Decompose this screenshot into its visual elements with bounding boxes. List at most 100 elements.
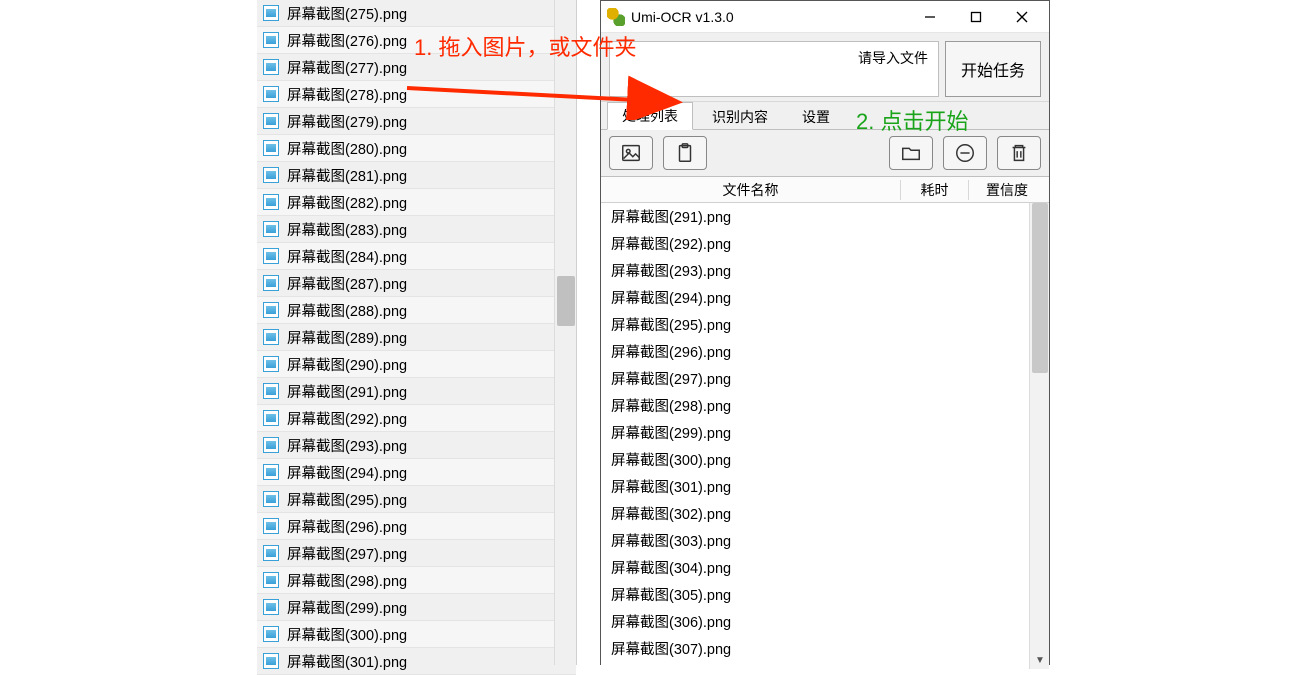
explorer-file-name: 屏幕截图(294).png: [287, 462, 407, 483]
explorer-file-row[interactable]: 屏幕截图(301).png: [257, 648, 576, 675]
png-file-icon: [263, 140, 279, 156]
explorer-scroll-thumb[interactable]: [557, 276, 575, 326]
list-item[interactable]: 屏幕截图(298).png: [601, 392, 1049, 419]
list-item[interactable]: 屏幕截图(296).png: [601, 338, 1049, 365]
list-item[interactable]: 屏幕截图(300).png: [601, 446, 1049, 473]
column-filename[interactable]: 文件名称: [601, 180, 901, 200]
paste-clipboard-button[interactable]: [663, 136, 707, 170]
explorer-file-row[interactable]: 屏幕截图(276).png: [257, 27, 576, 54]
list-item[interactable]: 屏幕截图(295).png: [601, 311, 1049, 338]
list-scroll-thumb[interactable]: [1032, 203, 1048, 373]
list-item[interactable]: 屏幕截图(307).png: [601, 635, 1049, 662]
explorer-file-row[interactable]: 屏幕截图(282).png: [257, 189, 576, 216]
explorer-file-row[interactable]: 屏幕截图(289).png: [257, 324, 576, 351]
explorer-file-row[interactable]: 屏幕截图(291).png: [257, 378, 576, 405]
explorer-file-row[interactable]: 屏幕截图(297).png: [257, 540, 576, 567]
remove-item-button[interactable]: [943, 136, 987, 170]
png-file-icon: [263, 113, 279, 129]
maximize-button[interactable]: [953, 2, 999, 32]
list-item[interactable]: 屏幕截图(294).png: [601, 284, 1049, 311]
list-item[interactable]: 屏幕截图(306).png: [601, 608, 1049, 635]
explorer-file-row[interactable]: 屏幕截图(295).png: [257, 486, 576, 513]
tab-settings[interactable]: 设置: [787, 103, 845, 130]
list-item[interactable]: 屏幕截图(304).png: [601, 554, 1049, 581]
png-file-icon: [263, 491, 279, 507]
explorer-file-row[interactable]: 屏幕截图(287).png: [257, 270, 576, 297]
drop-zone[interactable]: 请导入文件: [609, 41, 939, 97]
list-item[interactable]: 屏幕截图(303).png: [601, 527, 1049, 554]
explorer-file-row[interactable]: 屏幕截图(275).png: [257, 0, 576, 27]
explorer-file-name: 屏幕截图(296).png: [287, 516, 407, 537]
file-list: 屏幕截图(291).png屏幕截图(292).png屏幕截图(293).png屏…: [601, 203, 1049, 669]
explorer-file-row[interactable]: 屏幕截图(278).png: [257, 81, 576, 108]
explorer-file-name: 屏幕截图(300).png: [287, 624, 407, 645]
png-file-icon: [263, 599, 279, 615]
list-header: 文件名称 耗时 置信度: [601, 177, 1049, 203]
delete-button[interactable]: [997, 136, 1041, 170]
explorer-file-name: 屏幕截图(289).png: [287, 327, 407, 348]
dropzone-hint: 请导入文件: [858, 48, 928, 68]
list-item[interactable]: 屏幕截图(292).png: [601, 230, 1049, 257]
list-item[interactable]: 屏幕截图(301).png: [601, 473, 1049, 500]
explorer-file-name: 屏幕截图(293).png: [287, 435, 407, 456]
explorer-file-row[interactable]: 屏幕截图(277).png: [257, 54, 576, 81]
column-confidence[interactable]: 置信度: [969, 180, 1049, 200]
list-item[interactable]: 屏幕截图(293).png: [601, 257, 1049, 284]
list-scrollbar[interactable]: ▲ ▼: [1029, 203, 1049, 669]
tab-process-list[interactable]: 处理列表: [607, 102, 693, 130]
explorer-file-row[interactable]: 屏幕截图(299).png: [257, 594, 576, 621]
png-file-icon: [263, 410, 279, 426]
png-file-icon: [263, 32, 279, 48]
png-file-icon: [263, 518, 279, 534]
explorer-file-row[interactable]: 屏幕截图(296).png: [257, 513, 576, 540]
list-item[interactable]: 屏幕截图(305).png: [601, 581, 1049, 608]
explorer-file-row[interactable]: 屏幕截图(300).png: [257, 621, 576, 648]
explorer-file-name: 屏幕截图(275).png: [287, 3, 407, 24]
png-file-icon: [263, 437, 279, 453]
image-icon: [620, 142, 642, 164]
png-file-icon: [263, 545, 279, 561]
explorer-file-row[interactable]: 屏幕截图(293).png: [257, 432, 576, 459]
scroll-down-icon[interactable]: ▼: [1030, 651, 1049, 669]
explorer-file-name: 屏幕截图(284).png: [287, 246, 407, 267]
explorer-file-name: 屏幕截图(297).png: [287, 543, 407, 564]
minus-circle-icon: [954, 142, 976, 164]
png-file-icon: [263, 572, 279, 588]
list-item[interactable]: 屏幕截图(299).png: [601, 419, 1049, 446]
explorer-file-name: 屏幕截图(279).png: [287, 111, 407, 132]
explorer-file-row[interactable]: 屏幕截图(280).png: [257, 135, 576, 162]
explorer-file-row[interactable]: 屏幕截图(288).png: [257, 297, 576, 324]
png-file-icon: [263, 248, 279, 264]
explorer-file-row[interactable]: 屏幕截图(279).png: [257, 108, 576, 135]
explorer-file-name: 屏幕截图(287).png: [287, 273, 407, 294]
explorer-file-row[interactable]: 屏幕截图(290).png: [257, 351, 576, 378]
explorer-scrollbar[interactable]: [554, 0, 576, 665]
trash-icon: [1008, 142, 1030, 164]
explorer-file-name: 屏幕截图(276).png: [287, 30, 407, 51]
explorer-file-row[interactable]: 屏幕截图(292).png: [257, 405, 576, 432]
explorer-file-row[interactable]: 屏幕截图(284).png: [257, 243, 576, 270]
close-button[interactable]: [999, 2, 1045, 32]
list-item[interactable]: 屏幕截图(302).png: [601, 500, 1049, 527]
app-window: Umi-OCR v1.3.0 请导入文件 开始任务 处理列表 识别内容 设置: [600, 0, 1050, 665]
tabs: 处理列表 识别内容 设置: [601, 102, 1049, 130]
explorer-file-name: 屏幕截图(299).png: [287, 597, 407, 618]
explorer-file-row[interactable]: 屏幕截图(298).png: [257, 567, 576, 594]
toolbar: [601, 130, 1049, 177]
start-task-button[interactable]: 开始任务: [945, 41, 1041, 97]
titlebar[interactable]: Umi-OCR v1.3.0: [601, 1, 1049, 33]
png-file-icon: [263, 302, 279, 318]
png-file-icon: [263, 86, 279, 102]
list-item[interactable]: 屏幕截图(291).png: [601, 203, 1049, 230]
minimize-button[interactable]: [907, 2, 953, 32]
explorer-file-row[interactable]: 屏幕截图(281).png: [257, 162, 576, 189]
list-item[interactable]: 屏幕截图(297).png: [601, 365, 1049, 392]
png-file-icon: [263, 275, 279, 291]
open-folder-button[interactable]: [889, 136, 933, 170]
png-file-icon: [263, 626, 279, 642]
explorer-file-row[interactable]: 屏幕截图(294).png: [257, 459, 576, 486]
tab-recognize-content[interactable]: 识别内容: [697, 103, 783, 130]
add-image-button[interactable]: [609, 136, 653, 170]
column-time[interactable]: 耗时: [901, 180, 969, 200]
explorer-file-row[interactable]: 屏幕截图(283).png: [257, 216, 576, 243]
